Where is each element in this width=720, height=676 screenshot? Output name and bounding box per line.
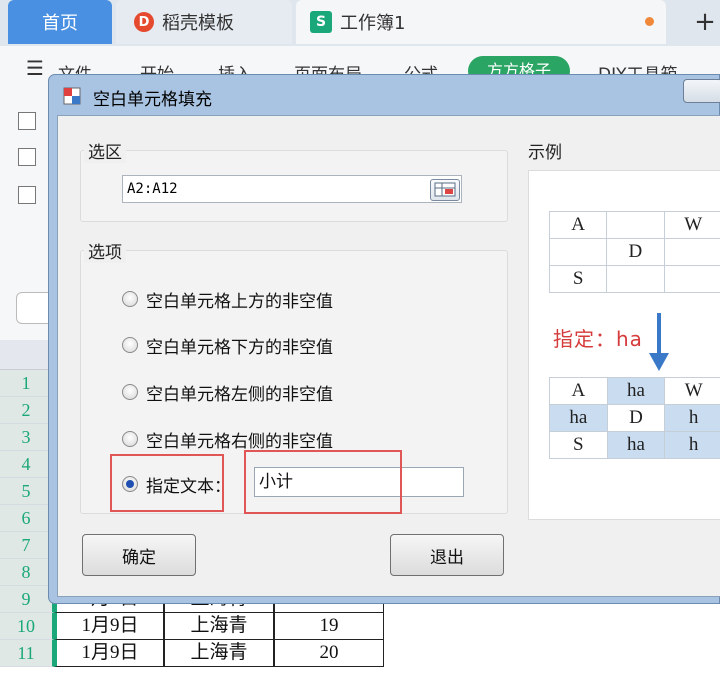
example-cell: ha <box>606 431 666 459</box>
cell-num[interactable]: 20 <box>274 640 384 667</box>
example-row: D <box>548 238 720 266</box>
option-right-label: 空白单元格右侧的非空值 <box>146 431 333 452</box>
example-cell <box>663 238 720 266</box>
fill-blank-cells-dialog: 空白单元格填充 选区 A2:A12 选项 空白单元格上方的非空值 空白单元格下方… <box>48 74 720 604</box>
highlight-box-input <box>244 450 402 514</box>
example-cell: W <box>663 211 720 239</box>
tab-template-label: 稻壳模板 <box>162 13 234 34</box>
example-row: ha Dh <box>549 404 720 432</box>
example-row: S <box>548 265 720 293</box>
example-cell <box>663 265 720 293</box>
close-button[interactable] <box>683 79 720 103</box>
tab-workbook-label: 工作簿1 <box>340 13 406 34</box>
row-header[interactable]: 6 <box>0 505 54 532</box>
example-label: 指定：ha <box>553 327 643 351</box>
option-left-label: 空白单元格左侧的非空值 <box>146 384 333 405</box>
table-fill-icon <box>63 87 81 105</box>
tab-bar: 首页 D 稻壳模板 S 工作簿1 + <box>0 0 720 46</box>
range-picker-button[interactable] <box>430 179 460 201</box>
cell-date[interactable]: 1月9日 <box>54 640 164 667</box>
unsaved-indicator <box>645 17 654 26</box>
row-header[interactable]: 5 <box>0 478 54 505</box>
example-after-table: Aha Wha Dh Sha h <box>549 377 720 459</box>
example-group-label: 示例 <box>524 138 566 163</box>
example-panel: AWDS 指定：ha Aha Wha Dh Sha h <box>528 170 720 520</box>
row-header[interactable]: 1 <box>0 370 54 397</box>
tab-workbook[interactable]: S 工作簿1 <box>296 0 666 44</box>
dialog-titlebar[interactable]: 空白单元格填充 <box>49 75 720 115</box>
selection-group-label: 选区 <box>84 138 126 163</box>
example-cell <box>606 211 665 239</box>
radio-right[interactable] <box>122 431 138 447</box>
example-before-table: AWDS <box>548 211 720 293</box>
spreadsheet-icon: S <box>310 11 332 33</box>
cell-city[interactable]: 上海青 <box>164 613 274 640</box>
row-header[interactable]: 3 <box>0 424 54 451</box>
range-input[interactable]: A2:A12 <box>122 175 462 203</box>
row-header[interactable]: 10 <box>0 613 54 640</box>
example-row: AW <box>548 211 720 239</box>
tab-template[interactable]: D 稻壳模板 <box>116 0 292 44</box>
example-cell: A <box>548 211 608 239</box>
example-row: Sha h <box>549 431 720 459</box>
option-left[interactable]: 空白单元格左侧的非空值 <box>122 379 333 405</box>
options-group-label: 选项 <box>84 238 126 263</box>
radio-below[interactable] <box>122 337 138 353</box>
ribbon-checkbox-3[interactable] <box>18 186 36 204</box>
example-cell: S <box>549 431 608 459</box>
dialog-body: 选区 A2:A12 选项 空白单元格上方的非空值 空白单元格下方的非空值 空白单… <box>57 115 720 597</box>
exit-button[interactable]: 退出 <box>390 534 504 576</box>
range-select-icon <box>434 182 456 197</box>
example-cell: S <box>548 265 608 293</box>
row-header[interactable]: 7 <box>0 532 54 559</box>
ribbon-checkbox-2[interactable] <box>18 148 36 166</box>
option-below-label: 空白单元格下方的非空值 <box>146 337 333 358</box>
option-below[interactable]: 空白单元格下方的非空值 <box>122 332 333 358</box>
radio-above[interactable] <box>122 291 138 307</box>
example-cell: D <box>606 238 665 266</box>
row-header[interactable]: 11 <box>0 640 54 667</box>
tab-home[interactable]: 首页 <box>8 0 112 44</box>
row-header[interactable]: 8 <box>0 559 54 586</box>
cell-city[interactable]: 上海青 <box>164 640 274 667</box>
dialog-title: 空白单元格填充 <box>93 90 212 110</box>
cell-date[interactable]: 1月9日 <box>54 613 164 640</box>
radio-left[interactable] <box>122 384 138 400</box>
highlight-box-option <box>110 454 224 512</box>
example-cell: ha <box>549 404 608 432</box>
example-row: Aha W <box>549 377 720 405</box>
option-above-label: 空白单元格上方的非空值 <box>146 291 333 312</box>
example-cell: W <box>664 377 720 405</box>
option-right[interactable]: 空白单元格右侧的非空值 <box>122 426 333 452</box>
hamburger-menu-icon[interactable]: ☰ <box>26 56 44 80</box>
example-cell: A <box>549 377 608 405</box>
row-header[interactable]: 2 <box>0 397 54 424</box>
new-tab-button[interactable]: + <box>690 0 720 44</box>
example-cell: ha <box>606 377 666 405</box>
ribbon-checkbox-1[interactable] <box>18 112 36 130</box>
select-all-corner[interactable] <box>0 340 54 370</box>
row-header[interactable]: 4 <box>0 451 54 478</box>
option-above[interactable]: 空白单元格上方的非空值 <box>122 286 333 312</box>
example-cell <box>548 238 608 266</box>
cell-num[interactable]: 19 <box>274 613 384 640</box>
ok-button[interactable]: 确定 <box>82 534 196 576</box>
row-header[interactable]: 9 <box>0 586 54 613</box>
example-cell <box>606 265 665 293</box>
example-cell: D <box>606 404 666 432</box>
docer-logo-icon: D <box>134 12 154 32</box>
example-cell: h <box>664 431 720 459</box>
example-cell: h <box>664 404 720 432</box>
arrow-down-icon <box>649 313 669 371</box>
